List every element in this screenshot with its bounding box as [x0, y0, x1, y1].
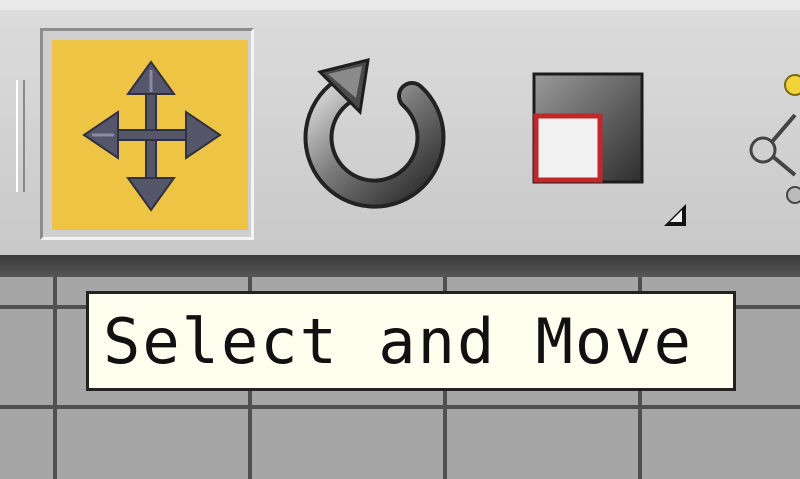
tooltip: Select and Move	[86, 291, 736, 391]
tooltip-text: Select and Move	[103, 305, 693, 378]
toolbar-grip-handle[interactable]	[16, 80, 25, 192]
rotate-icon[interactable]	[290, 50, 450, 210]
move-arrows-icon	[82, 60, 222, 212]
hierarchy-link-icon[interactable]	[735, 55, 800, 205]
scale-icon[interactable]	[530, 68, 650, 188]
flyout-arrow-icon[interactable]	[660, 200, 690, 230]
toolbar-bottom-edge	[0, 255, 800, 277]
